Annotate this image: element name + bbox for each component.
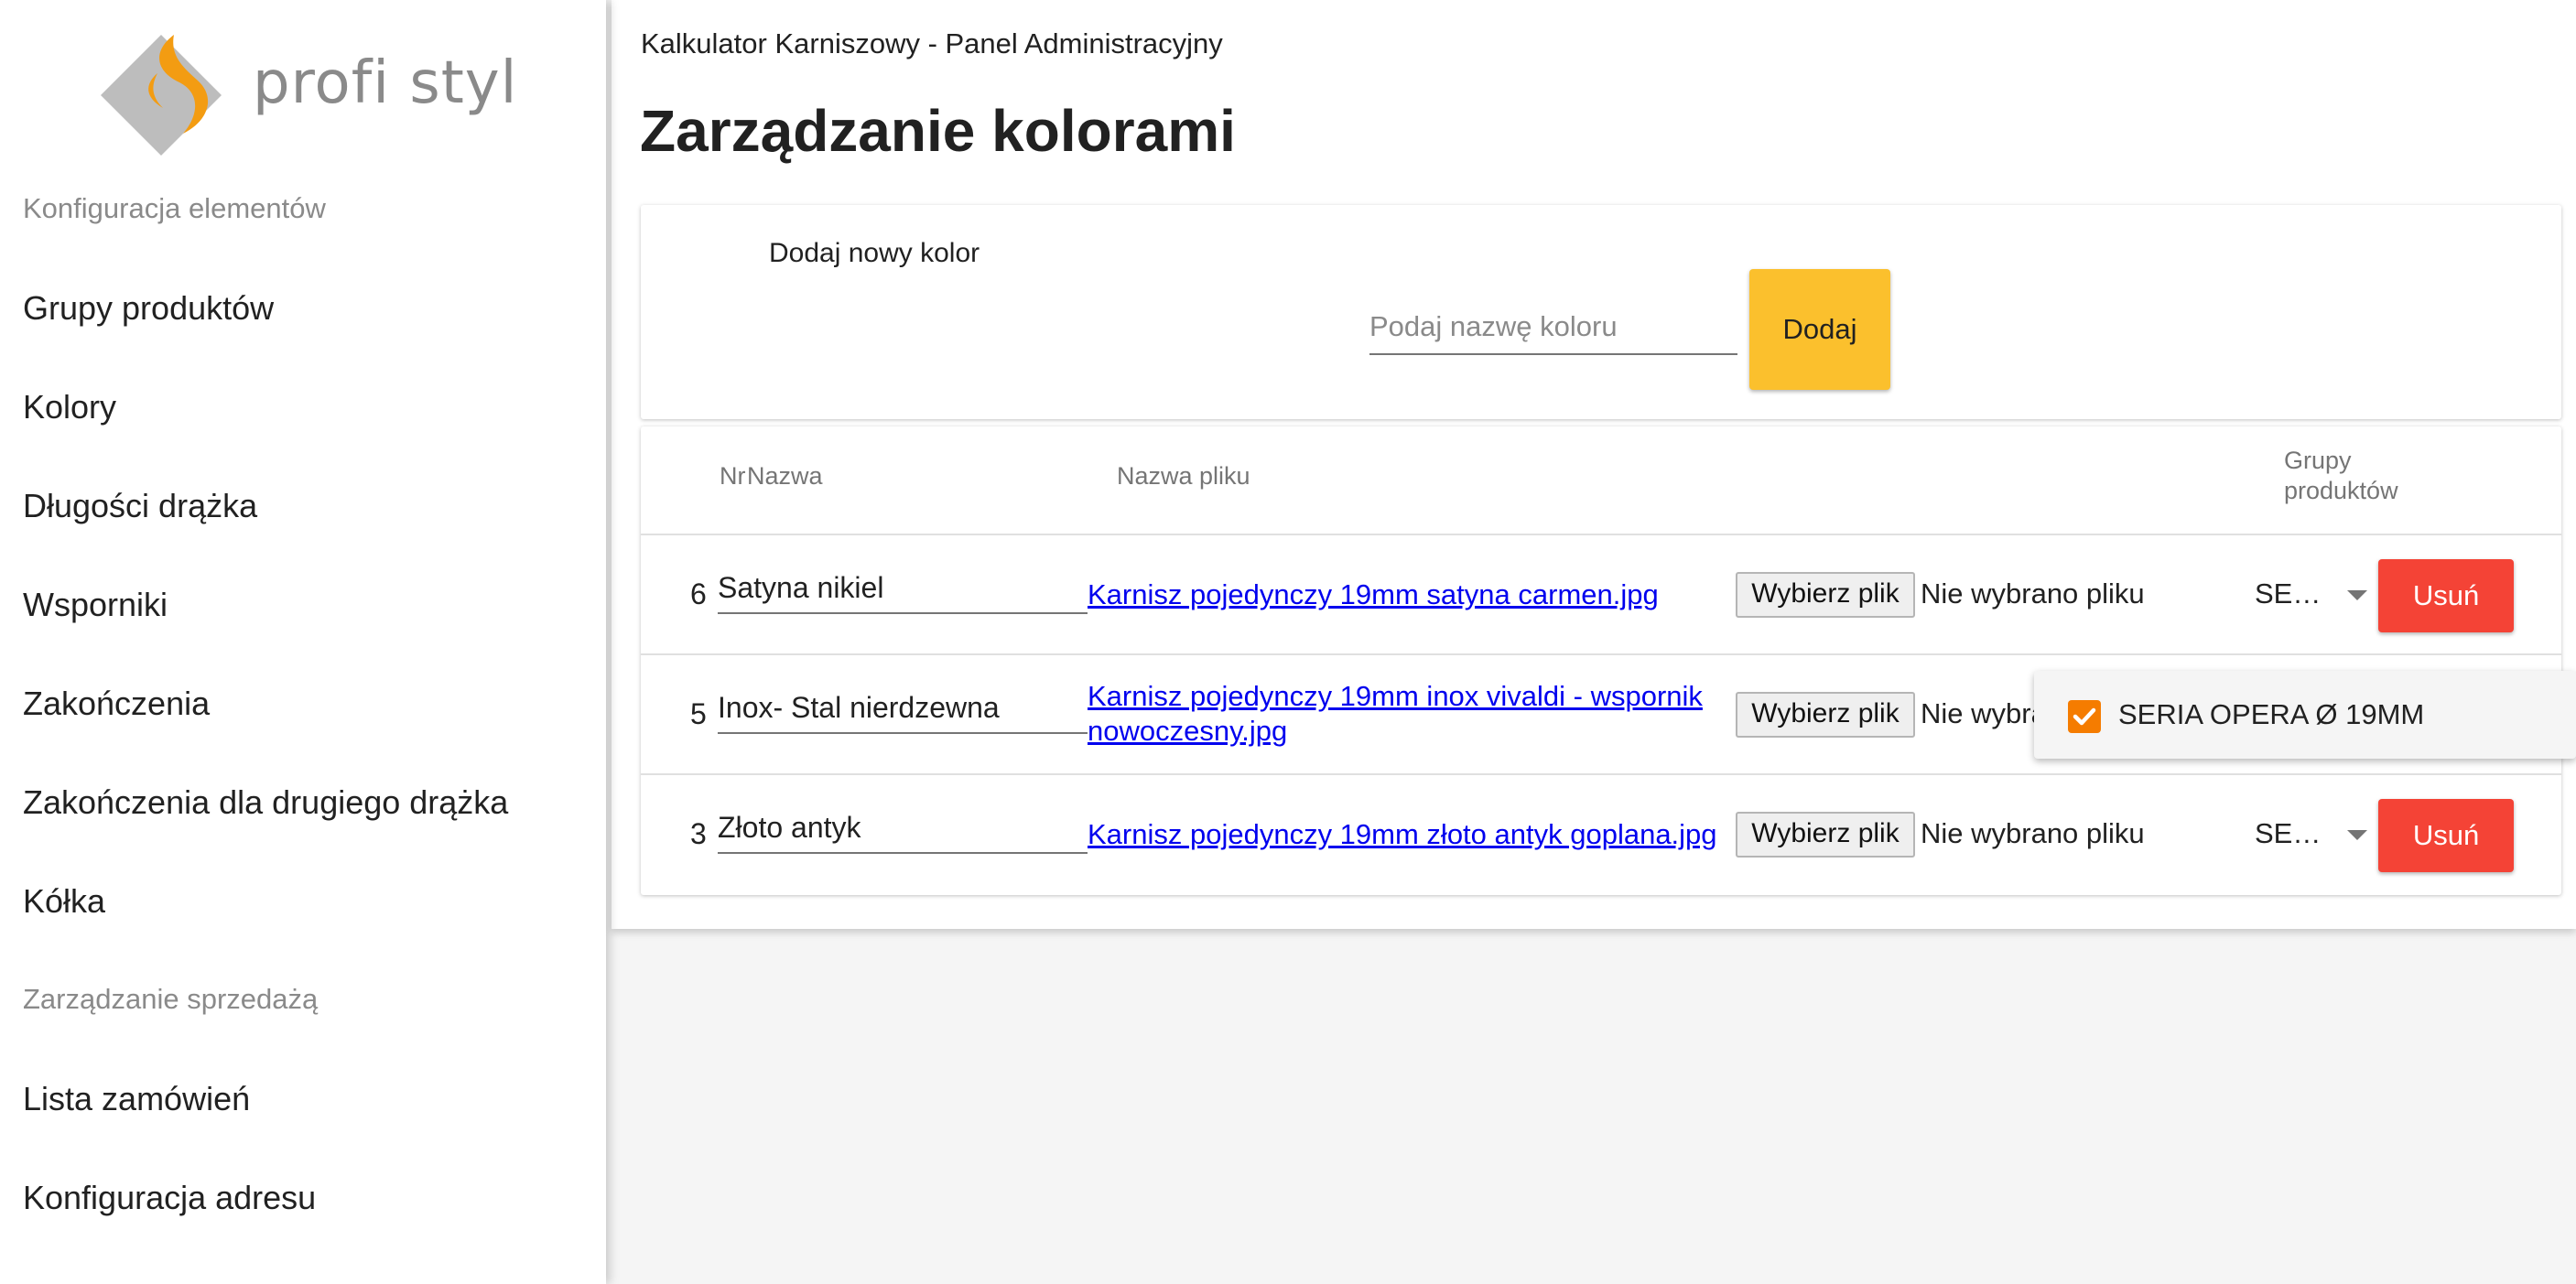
column-header-file: Nazwa pliku <box>1117 462 1250 490</box>
color-name-input[interactable] <box>1369 300 1737 355</box>
product-groups-value: SE… <box>2255 817 2322 849</box>
app-title: Kalkulator Karniszowy - Panel Administra… <box>641 27 1223 59</box>
chevron-down-icon <box>2347 590 2367 600</box>
app-root: profi styl Konfiguracja elementów Grupy … <box>0 0 2576 1284</box>
column-header-name: Nazwa <box>747 462 823 490</box>
sidebar-section-elements: Konfiguracja elementów <box>23 192 326 224</box>
row-name-input[interactable] <box>718 683 1088 734</box>
delete-button[interactable]: Usuń <box>2378 559 2514 632</box>
add-color-button[interactable]: Dodaj <box>1749 269 1890 390</box>
column-header-groups-line2: produktów <box>2284 477 2398 504</box>
sidebar-item-brackets[interactable]: Wsporniki <box>23 586 168 624</box>
product-groups-dropdown: SERIA OPERA Ø 19MM <box>2034 671 2576 759</box>
row-name-input[interactable] <box>718 803 1088 854</box>
dropdown-option[interactable]: SERIA OPERA Ø 19MM <box>2034 671 2576 759</box>
sidebar: profi styl Konfiguracja elementów Grupy … <box>0 0 606 1284</box>
column-header-groups-line1: Grupy <box>2284 447 2352 474</box>
row-nr: 5 <box>690 697 707 730</box>
sidebar-section-sales: Zarządzanie sprzedażą <box>23 983 319 1015</box>
row-nr: 6 <box>690 577 707 610</box>
checkbox-checked-icon[interactable] <box>2068 700 2101 733</box>
row-file-link-line1: Karnisz pojedynczy 19mm satyna carmen.jp… <box>1088 578 1659 610</box>
file-status: Nie wybrano pliku <box>1921 577 2145 610</box>
sidebar-item-rod-lengths[interactable]: Długości drążka <box>23 487 257 525</box>
choose-file-button[interactable]: Wybierz plik <box>1736 812 1915 858</box>
table-row: 6 Karnisz pojedynczy 19mm satyna carmen.… <box>641 534 2561 653</box>
add-color-card: Dodaj nowy kolor Dodaj <box>641 205 2561 419</box>
product-groups-select[interactable]: SE… <box>2255 572 2374 618</box>
row-file-link-line1: Karnisz pojedynczy 19mm inox vivaldi - w… <box>1088 680 1703 712</box>
row-file-link-line2: nowoczesny.jpg <box>1088 715 1288 747</box>
sidebar-item-rings[interactable]: Kółka <box>23 882 105 921</box>
file-status: Nie wybra <box>1921 697 2047 729</box>
row-file-link-line1: Karnisz pojedynczy 19mm złoto antyk gopl… <box>1088 818 1717 850</box>
row-file-link[interactable]: Karnisz pojedynczy 19mm satyna carmen.jp… <box>1088 577 1659 612</box>
logo-text: profi styl <box>253 49 518 117</box>
choose-file-button[interactable]: Wybierz plik <box>1736 692 1915 738</box>
sidebar-item-second-rod-finials[interactable]: Zakończenia dla drugiego drążka <box>23 783 508 822</box>
product-groups-value: SE… <box>2255 577 2322 610</box>
row-file-link[interactable]: Karnisz pojedynczy 19mm złoto antyk gopl… <box>1088 817 1717 852</box>
add-color-label: Dodaj nowy kolor <box>769 238 980 268</box>
sidebar-item-colors[interactable]: Kolory <box>23 388 116 426</box>
main-content: Kalkulator Karniszowy - Panel Administra… <box>612 0 2576 1284</box>
row-name-input[interactable] <box>718 563 1088 614</box>
profi-styl-logo-icon <box>101 35 222 156</box>
row-nr: 3 <box>690 817 707 850</box>
sidebar-item-product-groups[interactable]: Grupy produktów <box>23 289 274 328</box>
sidebar-item-finials[interactable]: Zakończenia <box>23 685 210 723</box>
main-panel: Kalkulator Karniszowy - Panel Administra… <box>612 0 2576 929</box>
colors-table: Nr Nazwa Nazwa pliku Grupy produktów 6 K… <box>641 426 2561 895</box>
choose-file-button[interactable]: Wybierz plik <box>1736 572 1915 618</box>
logo: profi styl <box>99 31 516 161</box>
sidebar-item-address-config[interactable]: Konfiguracja adresu <box>23 1179 316 1217</box>
row-file-link[interactable]: Karnisz pojedynczy 19mm inox vivaldi - w… <box>1088 679 1703 749</box>
table-row: 3 Karnisz pojedynczy 19mm złoto antyk go… <box>641 773 2561 893</box>
sidebar-item-orders[interactable]: Lista zamówień <box>23 1080 250 1118</box>
chevron-down-icon <box>2347 830 2367 840</box>
column-header-groups: Grupy produktów <box>2284 446 2398 506</box>
file-status: Nie wybrano pliku <box>1921 817 2145 849</box>
column-header-nr: Nr <box>720 462 746 490</box>
checkmark-icon <box>2073 707 2096 726</box>
delete-button[interactable]: Usuń <box>2378 799 2514 872</box>
product-groups-select[interactable]: SE… <box>2255 812 2374 858</box>
dropdown-option-label: SERIA OPERA Ø 19MM <box>2118 698 2425 730</box>
page-title: Zarządzanie kolorami <box>640 98 1236 164</box>
